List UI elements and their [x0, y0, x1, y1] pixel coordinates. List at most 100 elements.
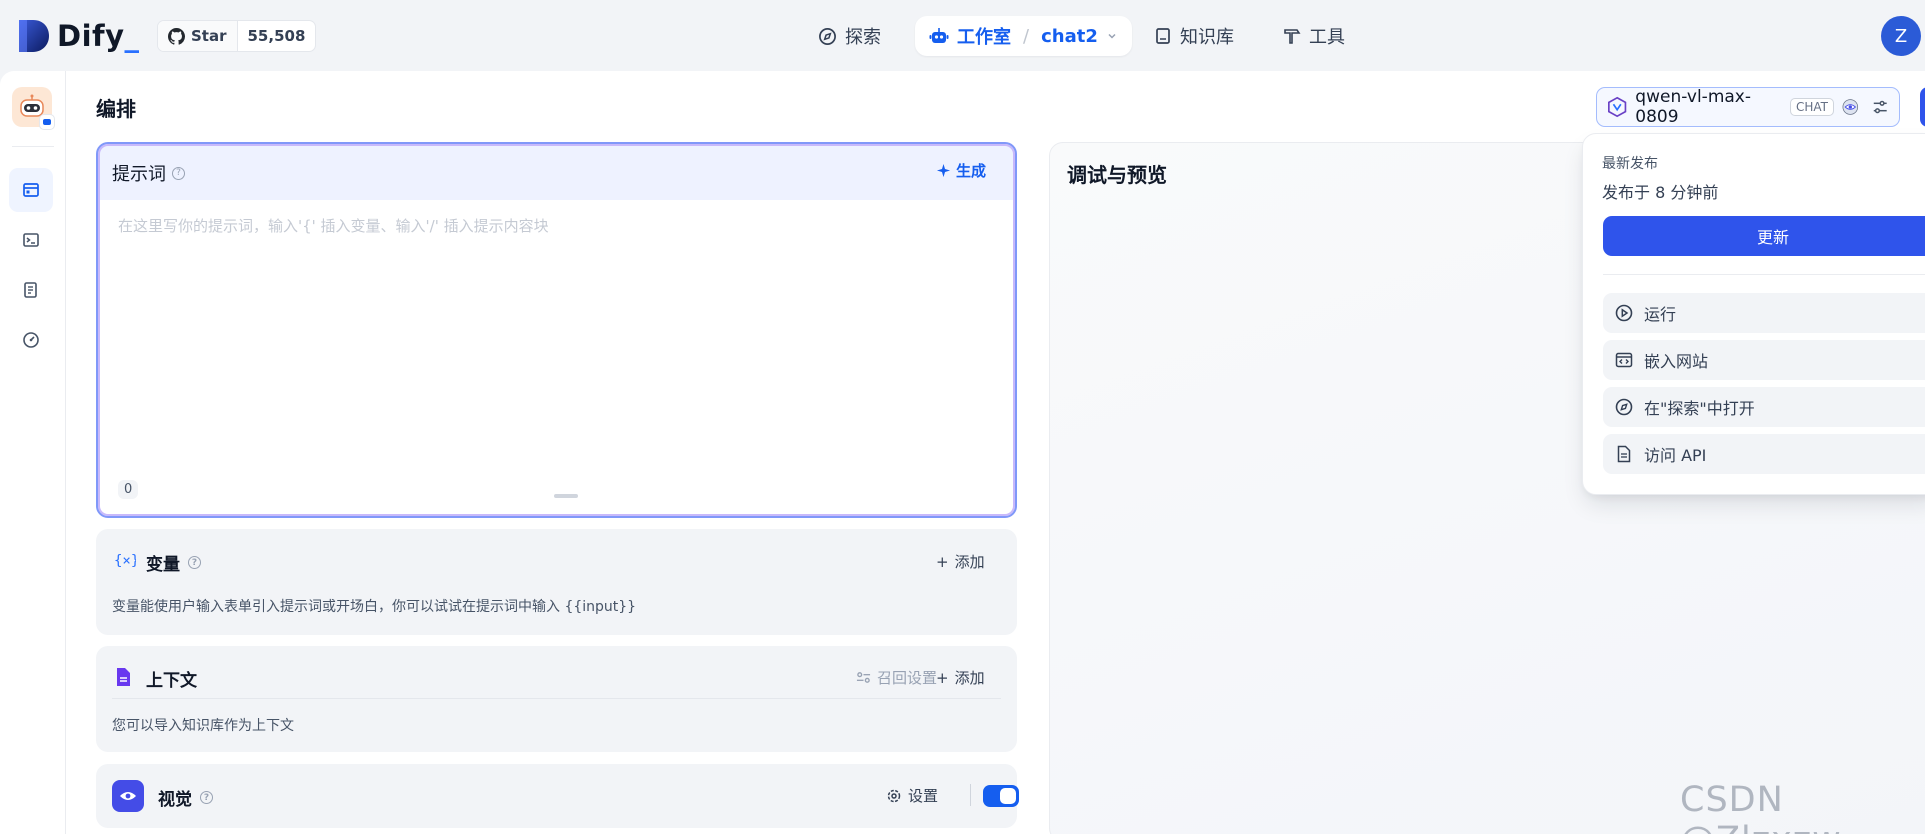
dify-logo[interactable]: Dify_: [17, 18, 140, 54]
context-divider: [112, 698, 1001, 699]
variables-card: {×} 变量 ? + 添加 变量能使用户输入表单引入提示词或开场白，你可以试试在…: [96, 529, 1017, 635]
current-app-name[interactable]: chat2: [1041, 26, 1098, 47]
app-icon[interactable]: [12, 87, 55, 130]
nav-tools[interactable]: 工具: [1283, 16, 1345, 56]
variables-description: 变量能使用户输入表单引入提示词或开场白，你可以试试在提示词中输入 {{input…: [112, 599, 637, 615]
vision-settings-button[interactable]: 设置: [886, 785, 938, 806]
nav-knowledge-label: 知识库: [1180, 27, 1234, 48]
prompt-editor-card: 提示词 ? 生成 在这里写你的提示词，输入'{' 插入变量、输入'/' 插入提示…: [96, 142, 1017, 518]
top-navigation: Dify_ Star 55,508 探索 工作室 / chat2 知识库 工具 …: [0, 0, 1925, 71]
sidebar-item-orchestrate[interactable]: [9, 168, 53, 212]
chat-bot-icon: [43, 119, 51, 125]
dify-logo-icon: [19, 20, 49, 52]
run-app-item[interactable]: 运行: [1603, 293, 1925, 333]
user-avatar[interactable]: Z: [1881, 16, 1921, 56]
github-star-widget[interactable]: Star 55,508: [157, 20, 317, 52]
sidebar-item-monitoring[interactable]: [9, 318, 53, 362]
gear-icon: [887, 789, 901, 802]
compass-icon: [819, 27, 836, 45]
nav-knowledge[interactable]: 知识库: [1154, 16, 1234, 56]
access-api-item[interactable]: 访问 API: [1603, 434, 1925, 474]
brand-name: Dify: [57, 19, 125, 53]
robot-icon: [929, 28, 949, 43]
prompt-title: 提示词: [112, 164, 166, 185]
add-context-button[interactable]: + 添加: [936, 667, 985, 688]
variable-icon: {×}: [114, 553, 136, 569]
recall-settings-button[interactable]: 召回设置: [856, 667, 937, 688]
context-description: 您可以导入知识库作为上下文: [112, 718, 294, 734]
github-icon: [168, 27, 185, 45]
add-context-label: 添加: [954, 669, 985, 687]
chevron-down-icon[interactable]: [1106, 30, 1118, 42]
file-list-icon: [24, 282, 37, 298]
sidebar-item-logs[interactable]: [9, 268, 53, 312]
plus-icon: +: [936, 668, 949, 687]
github-star-count: 55,508: [247, 27, 306, 45]
eye-icon: [1842, 99, 1859, 115]
model-name: qwen-vl-max-0809: [1635, 87, 1751, 127]
vision-eye-icon: [112, 780, 144, 812]
breadcrumb-separator: /: [1023, 25, 1030, 47]
settings-sliders-icon: [856, 672, 871, 683]
play-circle-icon: [1615, 304, 1633, 322]
eye-icon: [120, 792, 136, 800]
code-browser-icon: [1615, 352, 1633, 368]
nav-explore[interactable]: 探索: [818, 16, 881, 56]
publish-dropdown: 最新发布 发布于 8 分钟前 更新 运行 嵌入网站 在"探索"中打开 访问 AP…: [1582, 133, 1925, 495]
context-title: 上下文: [146, 671, 197, 691]
context-card: 上下文 召回设置 + 添加 您可以导入知识库作为上下文: [96, 646, 1017, 752]
help-icon[interactable]: ?: [200, 791, 213, 804]
vision-card: 视觉 ? 设置: [96, 764, 1019, 828]
update-button[interactable]: 更新: [1603, 216, 1925, 256]
sidebar-item-api[interactable]: [9, 218, 53, 262]
compass-icon: [1615, 398, 1633, 416]
sparkle-icon: [936, 163, 951, 178]
model-mode-tag: CHAT: [1789, 98, 1834, 116]
nav-tools-label: 工具: [1309, 27, 1345, 48]
help-icon[interactable]: ?: [188, 556, 201, 569]
variables-title: 变量: [146, 555, 180, 575]
sidebar-divider: [12, 146, 54, 147]
latest-publish-label: 最新发布: [1602, 156, 1658, 172]
embed-website-label: 嵌入网站: [1644, 352, 1709, 371]
model-selector[interactable]: qwen-vl-max-0809 CHAT: [1596, 87, 1900, 127]
generate-prompt-button[interactable]: 生成: [936, 160, 986, 181]
resize-handle[interactable]: [554, 494, 578, 498]
publish-time: 发布于 8 分钟前: [1602, 183, 1719, 202]
help-icon[interactable]: ?: [172, 166, 185, 180]
file-text-icon: [1617, 445, 1631, 463]
app-type-badge: [39, 114, 55, 130]
nav-studio[interactable]: 工作室 / chat2: [915, 16, 1132, 56]
open-in-explore-item[interactable]: 在"探索"中打开: [1603, 387, 1925, 427]
brand-dot: _: [124, 19, 140, 53]
recall-settings-label: 召回设置: [877, 669, 938, 687]
prompt-input[interactable]: 在这里写你的提示词，输入'{' 插入变量、输入'/' 插入提示内容块 0: [104, 200, 1009, 505]
qwen-model-icon: [1608, 96, 1627, 118]
github-star-label: Star: [191, 27, 227, 45]
publish-button-edge[interactable]: [1920, 87, 1925, 127]
hammer-icon: [1284, 29, 1301, 44]
svg-text:{×}: {×}: [114, 553, 136, 569]
document-icon: [117, 668, 130, 686]
prompt-char-count: 0: [118, 480, 139, 499]
open-in-explore-label: 在"探索"中打开: [1644, 399, 1755, 418]
book-icon: [1156, 28, 1170, 44]
access-api-label: 访问 API: [1644, 446, 1707, 465]
run-app-label: 运行: [1644, 305, 1677, 324]
embed-website-item[interactable]: 嵌入网站: [1603, 340, 1925, 380]
terminal-icon: [23, 233, 39, 247]
page-title: 编排: [96, 97, 136, 121]
publish-divider: [1603, 274, 1925, 275]
plus-icon: +: [936, 552, 949, 571]
csdn-watermark: CSDN @Zlzxzw: [1680, 780, 1841, 834]
vision-divider: [970, 784, 971, 806]
debug-preview-title: 调试与预览: [1067, 163, 1167, 187]
vision-settings-label: 设置: [908, 787, 939, 805]
prompt-placeholder: 在这里写你的提示词，输入'{' 插入变量、输入'/' 插入提示内容块: [118, 217, 549, 235]
add-variable-button[interactable]: + 添加: [936, 551, 985, 572]
vision-toggle[interactable]: [983, 785, 1019, 807]
dashboard-gauge-icon: [23, 332, 39, 348]
sliders-icon[interactable]: [1871, 97, 1889, 117]
nav-studio-label: 工作室: [957, 27, 1011, 48]
layout-icon: [23, 183, 39, 197]
